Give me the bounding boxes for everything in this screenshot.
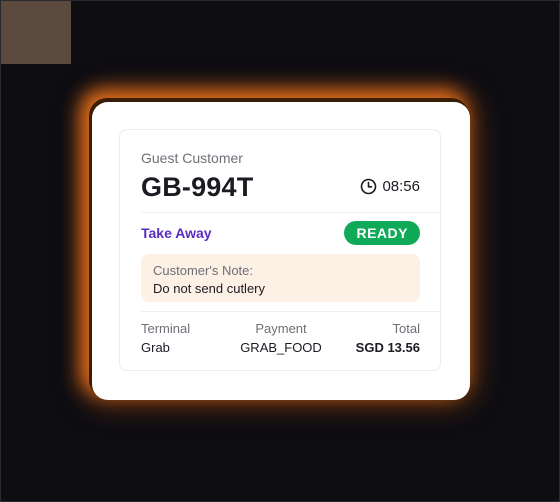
total-value: SGD 13.56: [355, 340, 420, 355]
customer-note: Customer's Note: Do not send cutlery: [141, 254, 420, 302]
backdrop: Guest Customer GB-994T 08:56 Take Away R…: [0, 0, 560, 502]
customer-name: Guest Customer: [141, 150, 243, 166]
order-time: 08:56: [360, 178, 420, 195]
payment-label: Payment: [255, 321, 307, 336]
status-badge: READY: [344, 221, 420, 245]
order-time-value: 08:56: [382, 178, 420, 195]
terminal-label: Terminal: [141, 321, 191, 336]
customer-note-text: Do not send cutlery: [153, 281, 266, 296]
divider-top: [141, 212, 440, 213]
corner-swatch: [1, 1, 71, 64]
payment-value: GRAB_FOOD: [240, 340, 322, 355]
order-card-inner: Guest Customer GB-994T 08:56 Take Away R…: [119, 129, 441, 371]
total-label: Total: [392, 321, 420, 336]
customer-note-label: Customer's Note:: [153, 263, 254, 278]
terminal-value: Grab: [141, 340, 170, 355]
divider-bottom: [141, 311, 440, 312]
order-code: GB-994T: [141, 172, 254, 202]
clock-icon: [360, 178, 377, 195]
order-card[interactable]: Guest Customer GB-994T 08:56 Take Away R…: [92, 102, 470, 400]
order-type: Take Away: [141, 225, 212, 241]
